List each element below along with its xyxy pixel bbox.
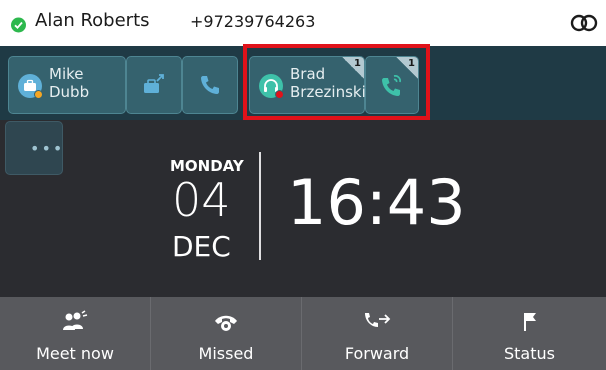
more-lines-button[interactable]: •••	[5, 121, 63, 175]
more-dots-icon: •••	[30, 139, 65, 158]
day-of-month: 04	[172, 173, 231, 227]
forward-button[interactable]: Forward	[302, 297, 453, 370]
linekey-mike-dubb[interactable]: Mike Dubb	[8, 56, 126, 114]
clock-time: 16:43	[287, 166, 466, 239]
presence-available-icon	[11, 17, 26, 33]
softkey-label: Meet now	[36, 344, 114, 363]
user-name[interactable]: Alan Roberts	[35, 10, 150, 31]
meet-now-icon	[63, 310, 88, 330]
softkey-label: Status	[504, 344, 555, 363]
softkey-label: Missed	[198, 344, 254, 363]
user-number: +97239764263	[190, 12, 316, 31]
linekey-park[interactable]	[126, 56, 182, 114]
month: DEC	[172, 230, 231, 263]
forward-icon	[365, 313, 391, 327]
status-away-icon	[34, 90, 43, 99]
linekey-label-first: Mike	[49, 65, 84, 83]
linked-rings-icon[interactable]	[570, 14, 598, 32]
phone-icon	[201, 76, 219, 94]
status-button[interactable]: Status	[453, 297, 606, 370]
missed-button[interactable]: Missed	[151, 297, 302, 370]
linekey-phone[interactable]	[182, 56, 238, 114]
briefcase-forward-icon	[144, 74, 164, 93]
selection-highlight	[243, 44, 430, 120]
status-bar: Alan Roberts +97239764263	[0, 0, 606, 46]
linekey-label-last: Dubb	[49, 83, 90, 101]
clock-divider	[259, 152, 261, 260]
missed-call-icon	[215, 315, 237, 331]
flag-icon	[523, 313, 536, 331]
softkey-bar: Meet now Missed Forward Status	[0, 297, 606, 370]
softkey-label: Forward	[344, 344, 410, 363]
meet-now-button[interactable]: Meet now	[0, 297, 151, 370]
